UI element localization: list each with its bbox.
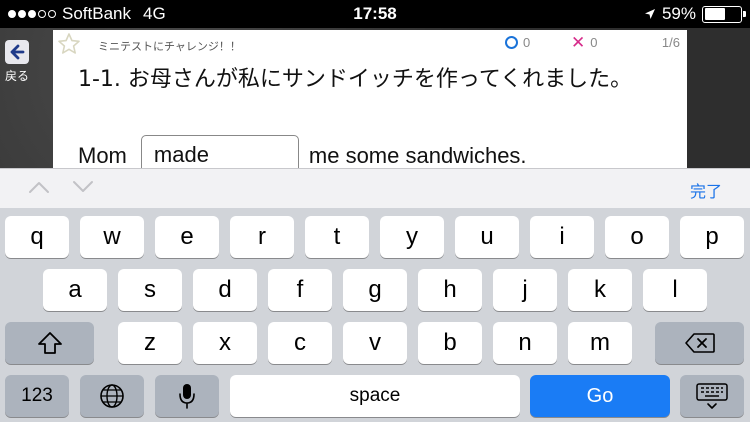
status-right: 59%: [644, 4, 746, 24]
battery-icon: [702, 5, 746, 23]
key-g[interactable]: g: [343, 269, 407, 311]
dismiss-keyboard-key[interactable]: [680, 375, 744, 417]
key-s[interactable]: s: [118, 269, 182, 311]
shift-arrow-icon: [37, 332, 62, 354]
delete-key[interactable]: [655, 322, 744, 364]
keyboard-dismiss-icon: [696, 383, 728, 409]
correct-count: 0: [523, 35, 531, 50]
sentence-after: me some sandwiches.: [308, 143, 527, 168]
key-k[interactable]: k: [568, 269, 632, 311]
key-f[interactable]: f: [268, 269, 332, 311]
back-arrow-icon: [5, 40, 29, 64]
wrong-count: 0: [590, 35, 598, 50]
key-w[interactable]: w: [80, 216, 144, 258]
wrong-score: ✕ 0: [571, 33, 598, 52]
key-q[interactable]: q: [5, 216, 69, 258]
key-h[interactable]: h: [418, 269, 482, 311]
key-j[interactable]: j: [493, 269, 557, 311]
question-progress: 1/6: [661, 35, 680, 50]
globe-key[interactable]: [80, 375, 144, 417]
key-r[interactable]: r: [230, 216, 294, 258]
key-b[interactable]: b: [418, 322, 482, 364]
key-o[interactable]: o: [605, 216, 669, 258]
correct-score: 0: [505, 35, 530, 50]
keyboard-accessory-bar: 完了: [0, 168, 750, 208]
sentence-before: Mom: [78, 143, 127, 168]
header-title: ミニテストにチャレンジ！！: [98, 40, 241, 53]
key-y[interactable]: y: [380, 216, 444, 258]
key-t[interactable]: t: [305, 216, 369, 258]
question-card: ミニテストにチャレンジ！！ 0 ✕ 0 1/6 1-1. お母さんが私にサンドイ…: [53, 30, 687, 168]
key-e[interactable]: e: [155, 216, 219, 258]
battery-percent: 59%: [661, 4, 696, 23]
back-label: 戻る: [4, 69, 29, 83]
dictation-key[interactable]: [155, 375, 219, 417]
key-a[interactable]: a: [43, 269, 107, 311]
keyboard: q w e r t y u i o p a s d f g h j k l z …: [0, 208, 750, 422]
location-arrow-icon: [644, 9, 655, 19]
question-text: 1-1. お母さんが私にサンドイッチを作ってくれました。: [78, 67, 633, 92]
done-button[interactable]: 完了: [690, 178, 722, 202]
key-u[interactable]: u: [455, 216, 519, 258]
status-time: 17:58: [353, 4, 397, 23]
key-c[interactable]: c: [268, 322, 332, 364]
previous-field-chevron-up-icon[interactable]: [28, 179, 50, 195]
backspace-icon: [684, 333, 715, 353]
key-l[interactable]: l: [643, 269, 707, 311]
correct-circle-icon: [505, 36, 518, 49]
key-x[interactable]: x: [193, 322, 257, 364]
key-p[interactable]: p: [680, 216, 744, 258]
key-i[interactable]: i: [530, 216, 594, 258]
go-key[interactable]: Go: [530, 375, 670, 417]
key-m[interactable]: m: [568, 322, 632, 364]
key-z[interactable]: z: [118, 322, 182, 364]
key-d[interactable]: d: [193, 269, 257, 311]
next-field-chevron-down-icon[interactable]: [72, 179, 94, 195]
space-key[interactable]: space: [230, 375, 520, 417]
shift-key[interactable]: [5, 322, 94, 364]
back-button[interactable]: 戻る: [2, 40, 32, 88]
star-icon[interactable]: [57, 32, 81, 56]
key-n[interactable]: n: [493, 322, 557, 364]
answer-input[interactable]: made: [140, 135, 299, 168]
numbers-key[interactable]: 123: [5, 375, 69, 417]
card-header: ミニテストにチャレンジ！！ 0 ✕ 0 1/6: [53, 30, 687, 58]
wrong-cross-icon: ✕: [571, 33, 586, 52]
globe-icon: [100, 384, 124, 408]
key-v[interactable]: v: [343, 322, 407, 364]
status-bar: SoftBank 4G 17:58 59%: [0, 0, 750, 28]
answer-row: Mom made me some sandwiches.: [78, 135, 527, 168]
battery-fill: [704, 8, 726, 20]
microphone-icon: [179, 384, 195, 409]
